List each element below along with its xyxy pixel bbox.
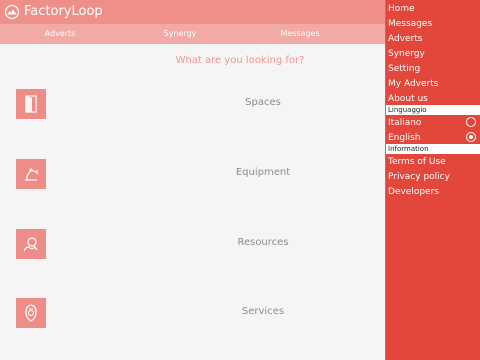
radio-italiano[interactable]	[466, 117, 476, 127]
menu-item-privacy-policy[interactable]: Privacy policy	[388, 171, 450, 183]
category-equipment[interactable]: Equipment	[0, 159, 385, 199]
navigation-drawer: Home Messages Adverts Synergy Setting My…	[386, 0, 480, 360]
menu-item-my-adverts[interactable]: My Adverts	[388, 78, 438, 90]
tab-synergy[interactable]: Synergy	[140, 24, 220, 44]
radio-english[interactable]	[466, 132, 476, 142]
category-label: Services	[241, 306, 285, 317]
category-services[interactable]: Services	[0, 298, 385, 338]
resources-icon	[16, 229, 46, 259]
tab-messages[interactable]: Messages	[260, 24, 340, 44]
menu-item-setting[interactable]: Setting	[388, 63, 420, 75]
category-spaces[interactable]: Spaces	[0, 89, 385, 129]
menu-item-synergy[interactable]: Synergy	[388, 48, 425, 60]
language-option-english[interactable]: English	[388, 132, 421, 144]
app-header: FactoryLoop	[0, 0, 385, 24]
search-prompt: What are you looking for?	[175, 55, 305, 66]
tab-adverts[interactable]: Adverts	[20, 24, 100, 44]
menu-item-developers[interactable]: Developers	[388, 186, 439, 198]
menu-item-adverts[interactable]: Adverts	[388, 33, 423, 45]
robot-arm-icon	[16, 159, 46, 189]
menu-item-terms-of-use[interactable]: Terms of Use	[388, 156, 446, 168]
main-content: FactoryLoop Adverts Synergy Messages Wha…	[0, 0, 385, 360]
category-label: Spaces	[245, 97, 281, 108]
category-label: Resources	[237, 237, 289, 248]
category-resources[interactable]: Resources	[0, 229, 385, 269]
app-title: FactoryLoop	[24, 4, 103, 19]
menu-item-about-us[interactable]: About us	[388, 93, 428, 105]
tab-bar: Adverts Synergy Messages	[0, 24, 385, 44]
category-label: Equipment	[235, 167, 291, 178]
language-section-header: Linguaggio	[386, 105, 480, 115]
services-icon	[16, 298, 46, 328]
information-section-header: Information	[386, 144, 480, 154]
menu-item-messages[interactable]: Messages	[388, 18, 432, 30]
information-section-title: Information	[388, 145, 429, 153]
language-option-italiano[interactable]: Italiano	[388, 117, 421, 129]
door-icon	[16, 89, 46, 119]
menu-item-home[interactable]: Home	[388, 3, 415, 15]
factoryloop-logo-icon	[4, 4, 20, 20]
language-section-title: Linguaggio	[388, 106, 427, 114]
